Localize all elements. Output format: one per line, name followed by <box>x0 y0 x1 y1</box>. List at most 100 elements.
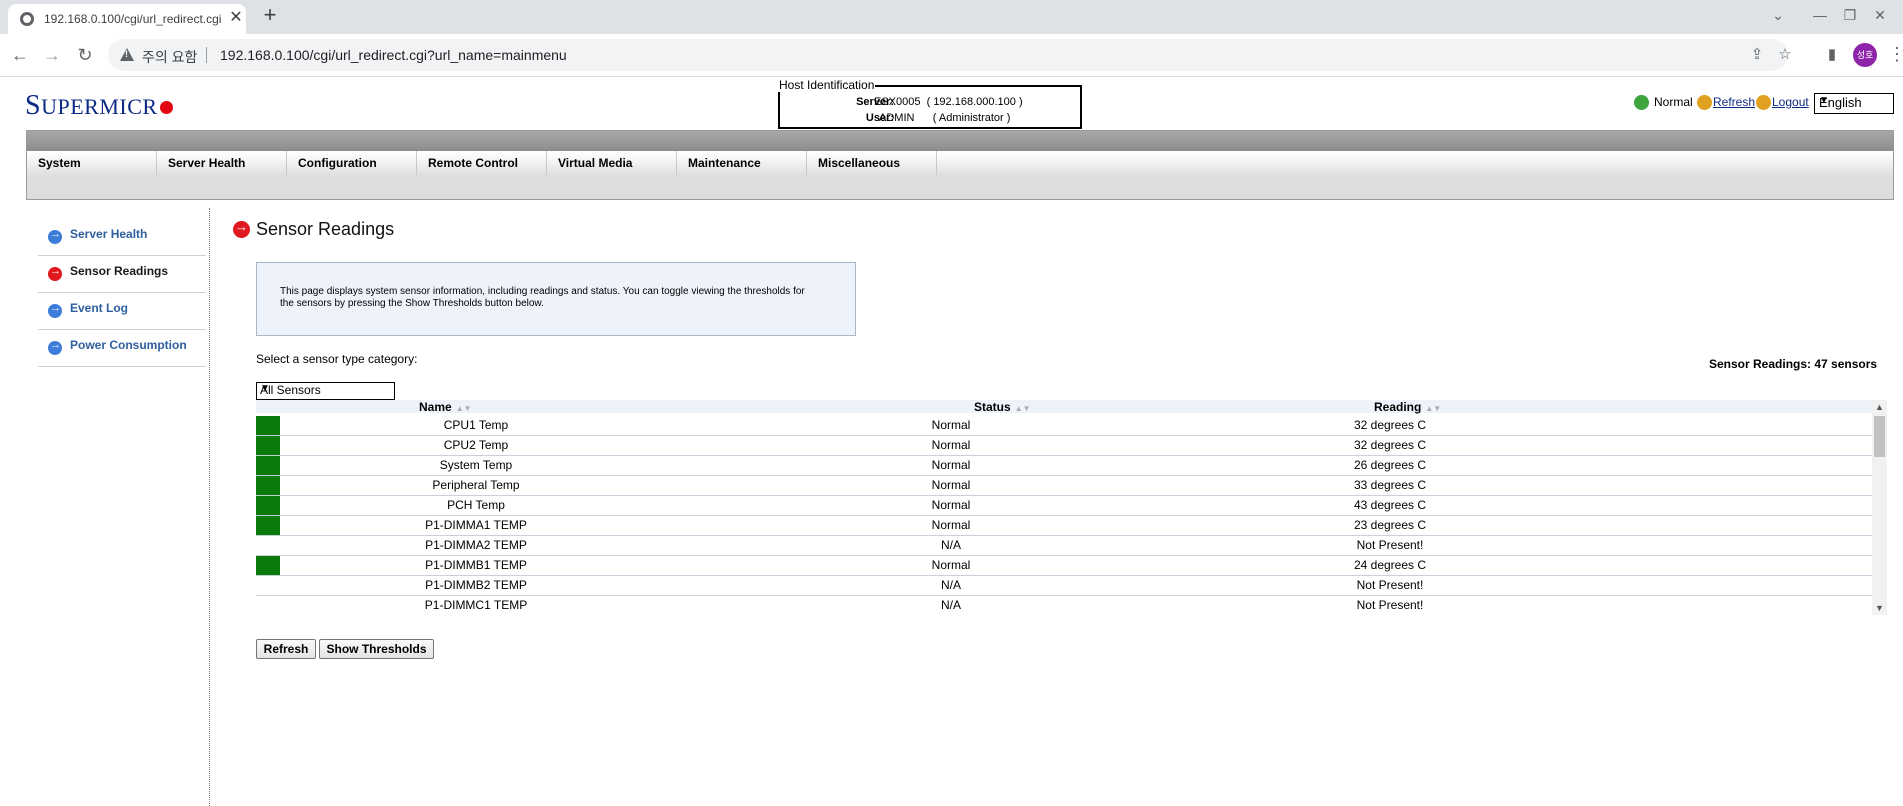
back-icon[interactable]: ← <box>8 43 32 67</box>
browser-tab-bar: 192.168.0.100/cgi/url_redirect.cgi ✕ + ⌄… <box>0 0 1903 34</box>
sensor-reading: 43 degrees C <box>1353 498 1427 512</box>
menu-configuration[interactable]: Configuration <box>287 151 417 175</box>
column-header-reading[interactable]: Reading ▲▼ <box>1374 400 1441 414</box>
sensor-status: N/A <box>940 538 961 552</box>
sidebar-item-server-health[interactable]: Server Health <box>38 219 206 256</box>
sidebar-item-label[interactable]: Event Log <box>70 301 128 315</box>
column-header-name[interactable]: Name ▲▼ <box>419 400 472 414</box>
sensor-status: Normal <box>931 518 971 532</box>
arrow-icon <box>233 219 250 238</box>
divider <box>206 47 207 63</box>
sensor-reading: 32 degrees C <box>1353 418 1427 432</box>
url-text[interactable]: 192.168.0.100/cgi/url_redirect.cgi?url_n… <box>220 47 567 63</box>
scroll-thumb[interactable] <box>1874 416 1885 457</box>
sensor-status: Normal <box>931 438 971 452</box>
status-indicator <box>256 436 280 455</box>
logout-link[interactable]: Logout <box>1772 95 1809 109</box>
reload-icon[interactable]: ↻ <box>73 43 97 67</box>
page-title: Sensor Readings <box>256 219 395 239</box>
sensor-name: System Temp <box>439 458 513 472</box>
sort-icon: ▲▼ <box>1014 404 1031 413</box>
menu-remote-control[interactable]: Remote Control <box>417 151 547 175</box>
sensor-name: P1-DIMMA1 TEMP <box>425 518 527 532</box>
logout-icon[interactable] <box>1756 95 1771 110</box>
language-select[interactable]: English ▼ <box>1814 93 1894 114</box>
tab-title: 192.168.0.100/cgi/url_redirect.cgi <box>44 12 222 26</box>
status-indicator <box>256 456 280 475</box>
sensor-count: Sensor Readings: 47 sensors <box>1709 357 1878 371</box>
sort-icon: ▲▼ <box>455 404 472 413</box>
browser-tab[interactable]: 192.168.0.100/cgi/url_redirect.cgi ✕ <box>8 4 246 34</box>
status-indicator <box>256 476 280 495</box>
top-menu: System Server Health Configuration Remot… <box>26 130 1894 200</box>
column-header-status[interactable]: Status ▲▼ <box>974 400 1031 414</box>
scroll-down-icon[interactable]: ▼ <box>1875 603 1884 613</box>
sensor-category-select[interactable]: All Sensors ▼ <box>256 382 395 400</box>
sidebar-item-event-log[interactable]: Event Log <box>38 293 206 330</box>
sidebar-item-label[interactable]: Server Health <box>70 227 147 241</box>
table-row: CPU2 Temp Normal 32 degrees C <box>256 435 1872 456</box>
status-indicator <box>256 516 280 535</box>
sensor-reading: Not Present! <box>1356 538 1424 552</box>
table-row: CPU1 Temp Normal 32 degrees C <box>256 415 1872 436</box>
sidebar-item-sensor-readings[interactable]: Sensor Readings <box>38 256 206 293</box>
close-window-icon[interactable]: ✕ <box>1860 4 1900 26</box>
insecure-label[interactable]: 주의 요함 <box>142 47 197 67</box>
sensor-name: P1-DIMMC1 TEMP <box>424 598 528 612</box>
address-bar[interactable]: 주의 요함 192.168.0.100/cgi/url_redirect.cgi… <box>108 39 1792 71</box>
more-menu-icon[interactable]: ⋮ <box>1888 43 1903 67</box>
profile-avatar[interactable]: 성호 <box>1853 43 1877 67</box>
info-box: This page displays system sensor informa… <box>256 262 856 336</box>
sensor-status: Normal <box>931 458 971 472</box>
tab-search-icon[interactable]: ⌄ <box>1758 4 1798 26</box>
sidebar: Server Health Sensor Readings Event Log … <box>38 219 206 367</box>
arrow-icon <box>48 302 62 318</box>
sensor-reading: 32 degrees C <box>1353 438 1427 452</box>
sensor-name: P1-DIMMB1 TEMP <box>425 558 527 572</box>
table-row: P1-DIMMA1 TEMP Normal 23 degrees C <box>256 515 1872 536</box>
info-text: This page displays system sensor informa… <box>280 286 805 309</box>
show-thresholds-button[interactable]: Show Thresholds <box>319 639 434 659</box>
table-row: P1-DIMMB2 TEMP N/A Not Present! <box>256 575 1872 596</box>
side-panel-icon[interactable]: ▮ <box>1823 46 1841 64</box>
arrow-icon <box>48 339 62 355</box>
host-identification: Host Identification Server: ESX0005 ( 19… <box>778 78 1082 129</box>
globe-icon <box>20 12 34 26</box>
new-tab-icon[interactable]: + <box>258 4 282 28</box>
star-icon[interactable]: ☆ <box>1776 46 1794 64</box>
sensor-name: Peripheral Temp <box>432 478 520 492</box>
arrow-icon <box>48 265 62 281</box>
logo-dot <box>159 101 173 114</box>
sensor-status: Normal <box>931 558 971 572</box>
sidebar-item-label[interactable]: Sensor Readings <box>70 264 168 278</box>
menu-server-health[interactable]: Server Health <box>157 151 287 175</box>
arrow-icon <box>48 228 62 244</box>
sensor-name: CPU2 Temp <box>443 438 509 452</box>
sort-icon: ▲▼ <box>1425 404 1442 413</box>
sensor-name: PCH Temp <box>447 498 505 512</box>
refresh-icon[interactable] <box>1697 95 1712 110</box>
share-icon[interactable]: ⇪ <box>1748 46 1766 64</box>
sidebar-item-power-consumption[interactable]: Power Consumption <box>38 330 206 367</box>
menu-maintenance[interactable]: Maintenance <box>677 151 807 175</box>
table-row: PCH Temp Normal 43 degrees C <box>256 495 1872 516</box>
sensor-name: P1-DIMMB2 TEMP <box>425 578 527 592</box>
refresh-button[interactable]: Refresh <box>256 639 316 659</box>
warning-icon[interactable] <box>120 48 134 61</box>
scroll-up-icon[interactable]: ▲ <box>1875 402 1884 412</box>
forward-icon[interactable]: → <box>40 43 64 67</box>
table-row: System Temp Normal 26 degrees C <box>256 455 1872 476</box>
menu-virtual-media[interactable]: Virtual Media <box>547 151 677 175</box>
sidebar-item-label[interactable]: Power Consumption <box>70 338 187 352</box>
menu-miscellaneous[interactable]: Miscellaneous <box>807 151 937 175</box>
refresh-link[interactable]: Refresh <box>1713 95 1755 109</box>
category-label: Select a sensor type category: <box>256 352 418 366</box>
sensor-reading: 24 degrees C <box>1353 558 1427 572</box>
menu-system[interactable]: System <box>27 151 157 175</box>
tab-close-icon[interactable]: ✕ <box>226 8 246 28</box>
table-row: Peripheral Temp Normal 33 degrees C <box>256 475 1872 496</box>
chevron-down-icon: ▼ <box>1819 95 1829 106</box>
table-scrollbar[interactable]: ▲ ▼ <box>1872 400 1887 615</box>
sensor-name: P1-DIMMA2 TEMP <box>425 538 527 552</box>
table-row: P1-DIMMC1 TEMP N/A Not Present! <box>256 595 1872 615</box>
